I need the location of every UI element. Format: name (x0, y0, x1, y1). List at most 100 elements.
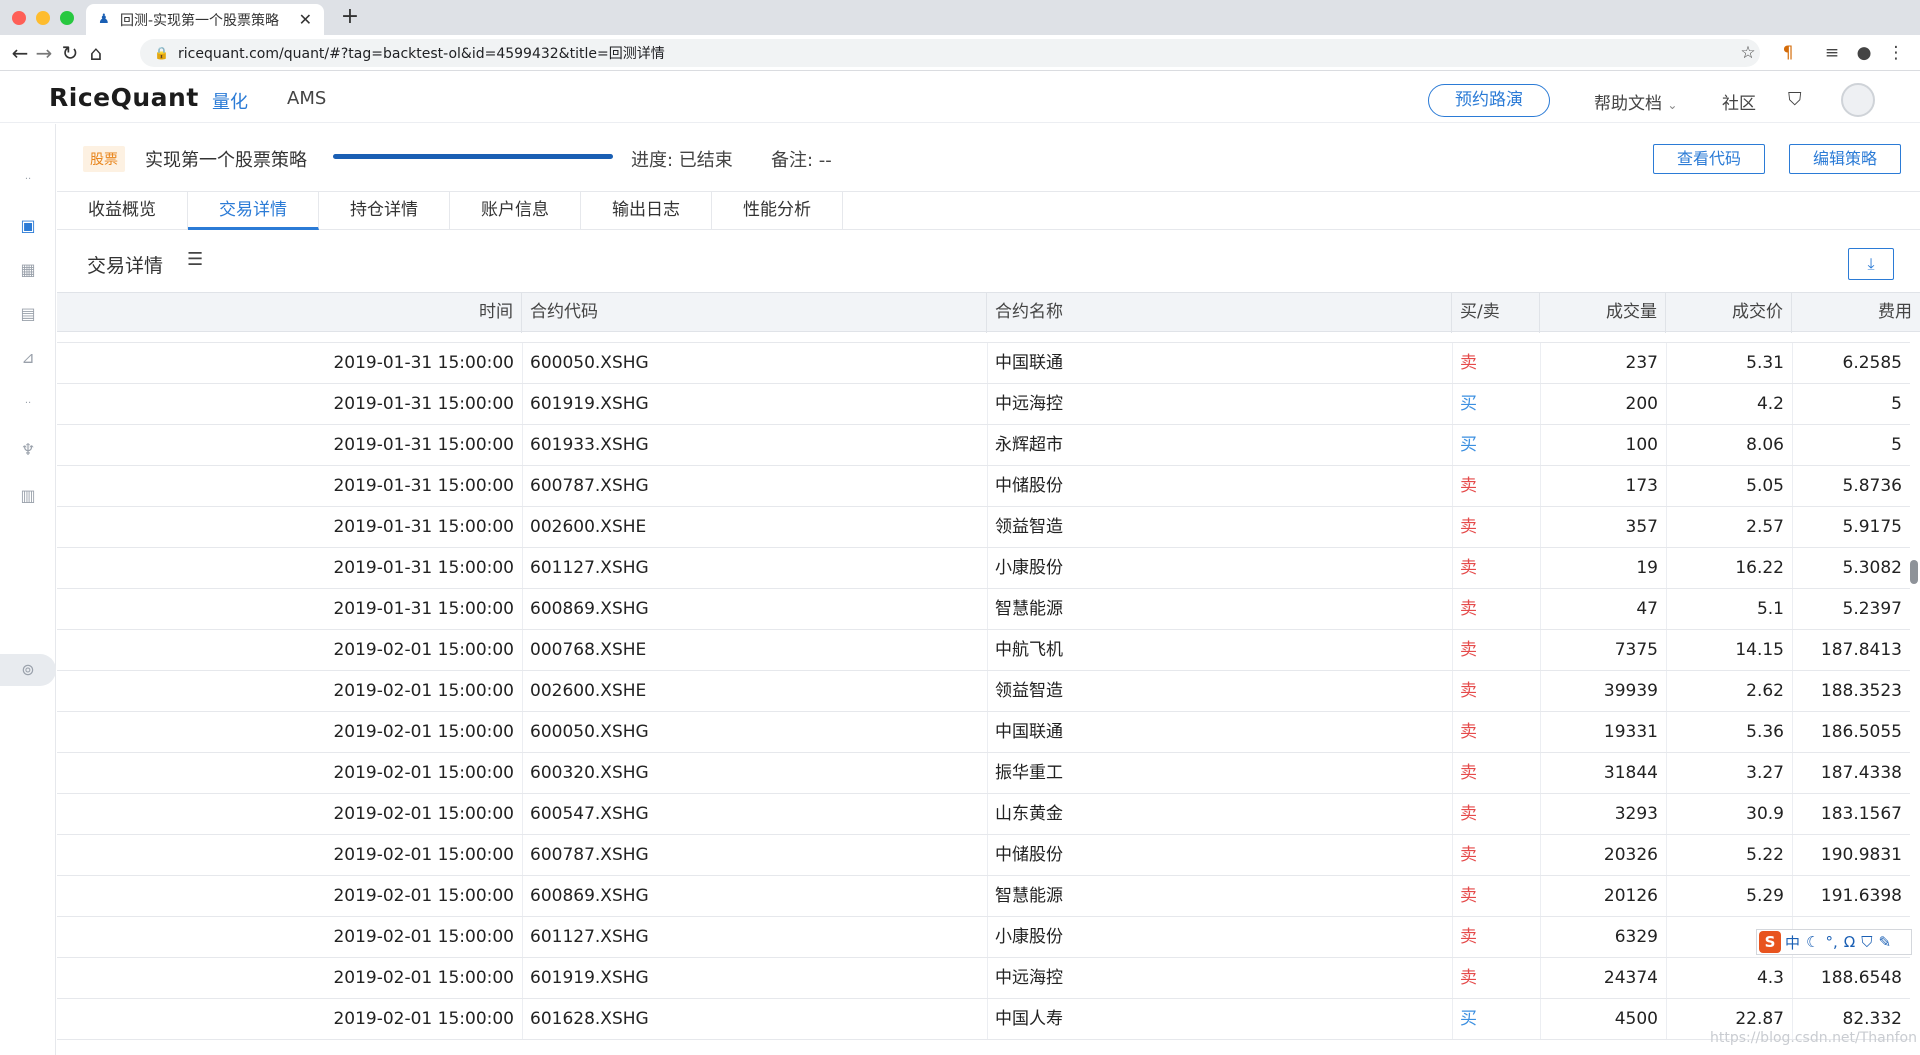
reload-icon[interactable]: ↻ (58, 41, 82, 65)
table-row[interactable]: 2019-02-01 15:00:00 601628.XSHG 中国人寿买 4500 2… (57, 999, 1910, 1040)
table-row[interactable]: 2019-02-01 15:00:00601127.XSHG小康股份卖63291 (57, 917, 1910, 958)
back-arrow-icon[interactable]: ← (8, 41, 32, 65)
cell-name: 领益智造 (995, 681, 1063, 701)
tab-performance-analysis[interactable]: 性能分析 (712, 192, 843, 230)
view-code-button[interactable]: 查看代码 (1653, 144, 1765, 174)
media-control-icon[interactable]: ≡ (1820, 41, 1844, 65)
table-row[interactable]: 2019-02-01 15:00:00 600787.XSHG 中储股份 卖 20326… (57, 835, 1910, 876)
cell-fee: 187.4338 (1820, 763, 1902, 783)
table-row[interactable]: 2019-02-01 15:00:00 002600.XSHE 领益智造 卖 39939… (57, 671, 1910, 712)
wrench-icon[interactable]: ✎ (1878, 933, 1891, 951)
strategy-name: 实现第一个股票策略 (145, 150, 307, 171)
bookmark-star-icon[interactable]: ☆ (1736, 41, 1760, 65)
column-divider (522, 425, 523, 465)
omega-icon[interactable]: Ω (1844, 933, 1855, 951)
home-icon[interactable]: ⌂ (84, 41, 108, 65)
skin-shirt-icon[interactable]: ⛉ (1861, 933, 1872, 951)
cell-time: 2019-02-01 15:00:00 (333, 804, 514, 824)
table-row[interactable]: 2019-01-31 15:00:00 601127.XSHG 小康股份 卖 19 16.… (57, 548, 1910, 589)
table-row[interactable]: 2019-01-31 15:00:00 600787.XSHG 中储股份 卖 173 5.… (57, 466, 1910, 507)
tab-returns-overview[interactable]: 收益概览 (57, 192, 188, 230)
col-name[interactable]: 合约名称 (987, 293, 1452, 333)
table-row[interactable]: 2019-02-01 15:00:00 000768.XSHE 中航飞机 卖 7375 1… (57, 630, 1910, 671)
column-divider (1452, 876, 1453, 916)
browser-tab[interactable]: ♟ 回测-实现第一个股票策略 ✕ (86, 4, 324, 35)
data-icon[interactable]: ▦ (16, 258, 40, 282)
window-minimize-button[interactable] (36, 11, 50, 25)
window-zoom-button[interactable] (60, 11, 74, 25)
tab-close-icon[interactable]: ✕ (299, 10, 312, 29)
ime-toolbar[interactable]: S 中 ☾ °, Ω ⛉ ✎ (1756, 929, 1912, 955)
table-row[interactable]: 2019-01-31 15:00:00 600050.XSHG 中国联通 卖 237 5.… (57, 343, 1910, 384)
tab-account-info[interactable]: 账户信息 (450, 192, 581, 230)
help-docs-menu[interactable]: 帮助文档 ⌄ (1594, 89, 1677, 114)
backtest-icon[interactable]: ▣ (16, 214, 40, 238)
book-roadshow-button[interactable]: 预约路演 (1428, 84, 1550, 117)
extension-icon[interactable]: ¶ (1776, 41, 1800, 65)
moon-icon[interactable]: ☾ (1806, 933, 1819, 951)
table-row[interactable]: 2019-02-01 15:00:00 600050.XSHG 中国联通 卖 19331… (57, 712, 1910, 753)
column-divider (522, 630, 523, 670)
forward-arrow-icon[interactable]: → (32, 41, 56, 65)
research-icon[interactable]: ▤ (16, 302, 40, 326)
tab-position-details[interactable]: 持仓详情 (319, 192, 450, 230)
community-link[interactable]: 社区 (1722, 89, 1756, 114)
cell-code: 600869.XSHG (530, 599, 649, 619)
cell-time: 2019-02-01 15:00:00 (333, 1009, 514, 1029)
browser-menu-icon[interactable]: ⋮ (1884, 41, 1908, 65)
download-icon: ⤓ (1867, 254, 1875, 273)
punctuation-icon[interactable]: °, (1825, 933, 1837, 951)
cell-volume: 39939 (1603, 681, 1658, 701)
cell-volume: 173 (1625, 476, 1658, 496)
cell-fee: 190.9831 (1820, 845, 1902, 865)
scrollbar-thumb[interactable] (1910, 560, 1918, 584)
cell-code: 600050.XSHG (530, 722, 649, 742)
tab-output-log[interactable]: 输出日志 (581, 192, 712, 230)
ime-language[interactable]: 中 (1785, 932, 1800, 953)
trophy-icon[interactable]: ♆ (16, 438, 40, 462)
new-tab-button[interactable]: + (336, 4, 364, 32)
cell-side: 卖 (1460, 927, 1477, 947)
table-row[interactable]: 2019-02-01 15:00:00 600320.XSHG 振华重工 卖 31844… (57, 753, 1910, 794)
cell-time: 2019-01-31 15:00:00 (333, 599, 514, 619)
table-row[interactable]: 2019-02-01 15:00:00 601919.XSHG 中远海控 卖 24374… (57, 958, 1910, 999)
cell-time: 2019-02-01 15:00:00 (333, 640, 514, 660)
window-close-button[interactable] (12, 11, 26, 25)
cell-side: 卖 (1460, 640, 1477, 660)
column-divider (1792, 876, 1793, 916)
table-row[interactable]: 2019-02-01 15:00:00 600869.XSHG 智慧能源 卖 20126… (57, 876, 1910, 917)
nav-ams[interactable]: AMS (287, 88, 326, 109)
bar-chart-icon[interactable]: ▥ (16, 484, 40, 508)
col-volume[interactable]: 成交量 (1540, 293, 1666, 333)
column-divider (1792, 548, 1793, 588)
col-side[interactable]: 买/卖 (1452, 293, 1540, 333)
edit-strategy-button[interactable]: 编辑策略 (1789, 144, 1901, 174)
strategy-note: 备注: -- (771, 150, 832, 171)
column-divider (1540, 630, 1541, 670)
col-price[interactable]: 成交价 (1666, 293, 1792, 333)
cell-price: 5.1 (1756, 599, 1784, 619)
list-icon[interactable]: ☰ (187, 249, 203, 270)
expand-chevron-icon[interactable]: ⊚ (16, 658, 40, 682)
tab-trade-details[interactable]: 交易详情 (188, 192, 319, 230)
download-button[interactable]: ⤓ (1848, 248, 1894, 280)
nav-quant[interactable]: 量化 (212, 88, 248, 114)
col-time[interactable]: 时间 (57, 293, 522, 333)
cell-side: 买 (1460, 435, 1477, 455)
cell-code: 601127.XSHG (530, 558, 649, 578)
avatar[interactable] (1841, 83, 1875, 117)
chart-icon[interactable]: ⊿ (16, 346, 40, 370)
profile-icon[interactable]: ● (1852, 41, 1876, 65)
address-bar[interactable]: 🔒 ricequant.com/quant/#?tag=backtest-ol&… (140, 39, 1760, 67)
table-row[interactable]: 2019-01-31 15:00:00 002600.XSHE 领益智造 卖 357 2.… (57, 507, 1910, 548)
table-row[interactable]: 2019-01-31 15:00:00 601919.XSHG 中远海控 买 200 4.… (57, 384, 1910, 425)
ricequant-logo[interactable]: RiceQuant (49, 83, 199, 112)
col-code[interactable]: 合约代码 (522, 293, 987, 333)
table-row[interactable]: 2019-02-01 15:00:00 600547.XSHG 山东黄金 卖 3293 3… (57, 794, 1910, 835)
col-fee[interactable]: 费用 (1792, 293, 1920, 333)
cell-code: 002600.XSHE (530, 517, 647, 537)
column-divider (1666, 671, 1667, 711)
table-row[interactable]: 2019-01-31 15:00:00 601933.XSHG 永辉超市 买 100 8.… (57, 425, 1910, 466)
table-row[interactable]: 2019-01-31 15:00:00 600869.XSHG 智慧能源 卖 47 5.1… (57, 589, 1910, 630)
shirt-icon[interactable]: ⛉ (1788, 89, 1802, 110)
